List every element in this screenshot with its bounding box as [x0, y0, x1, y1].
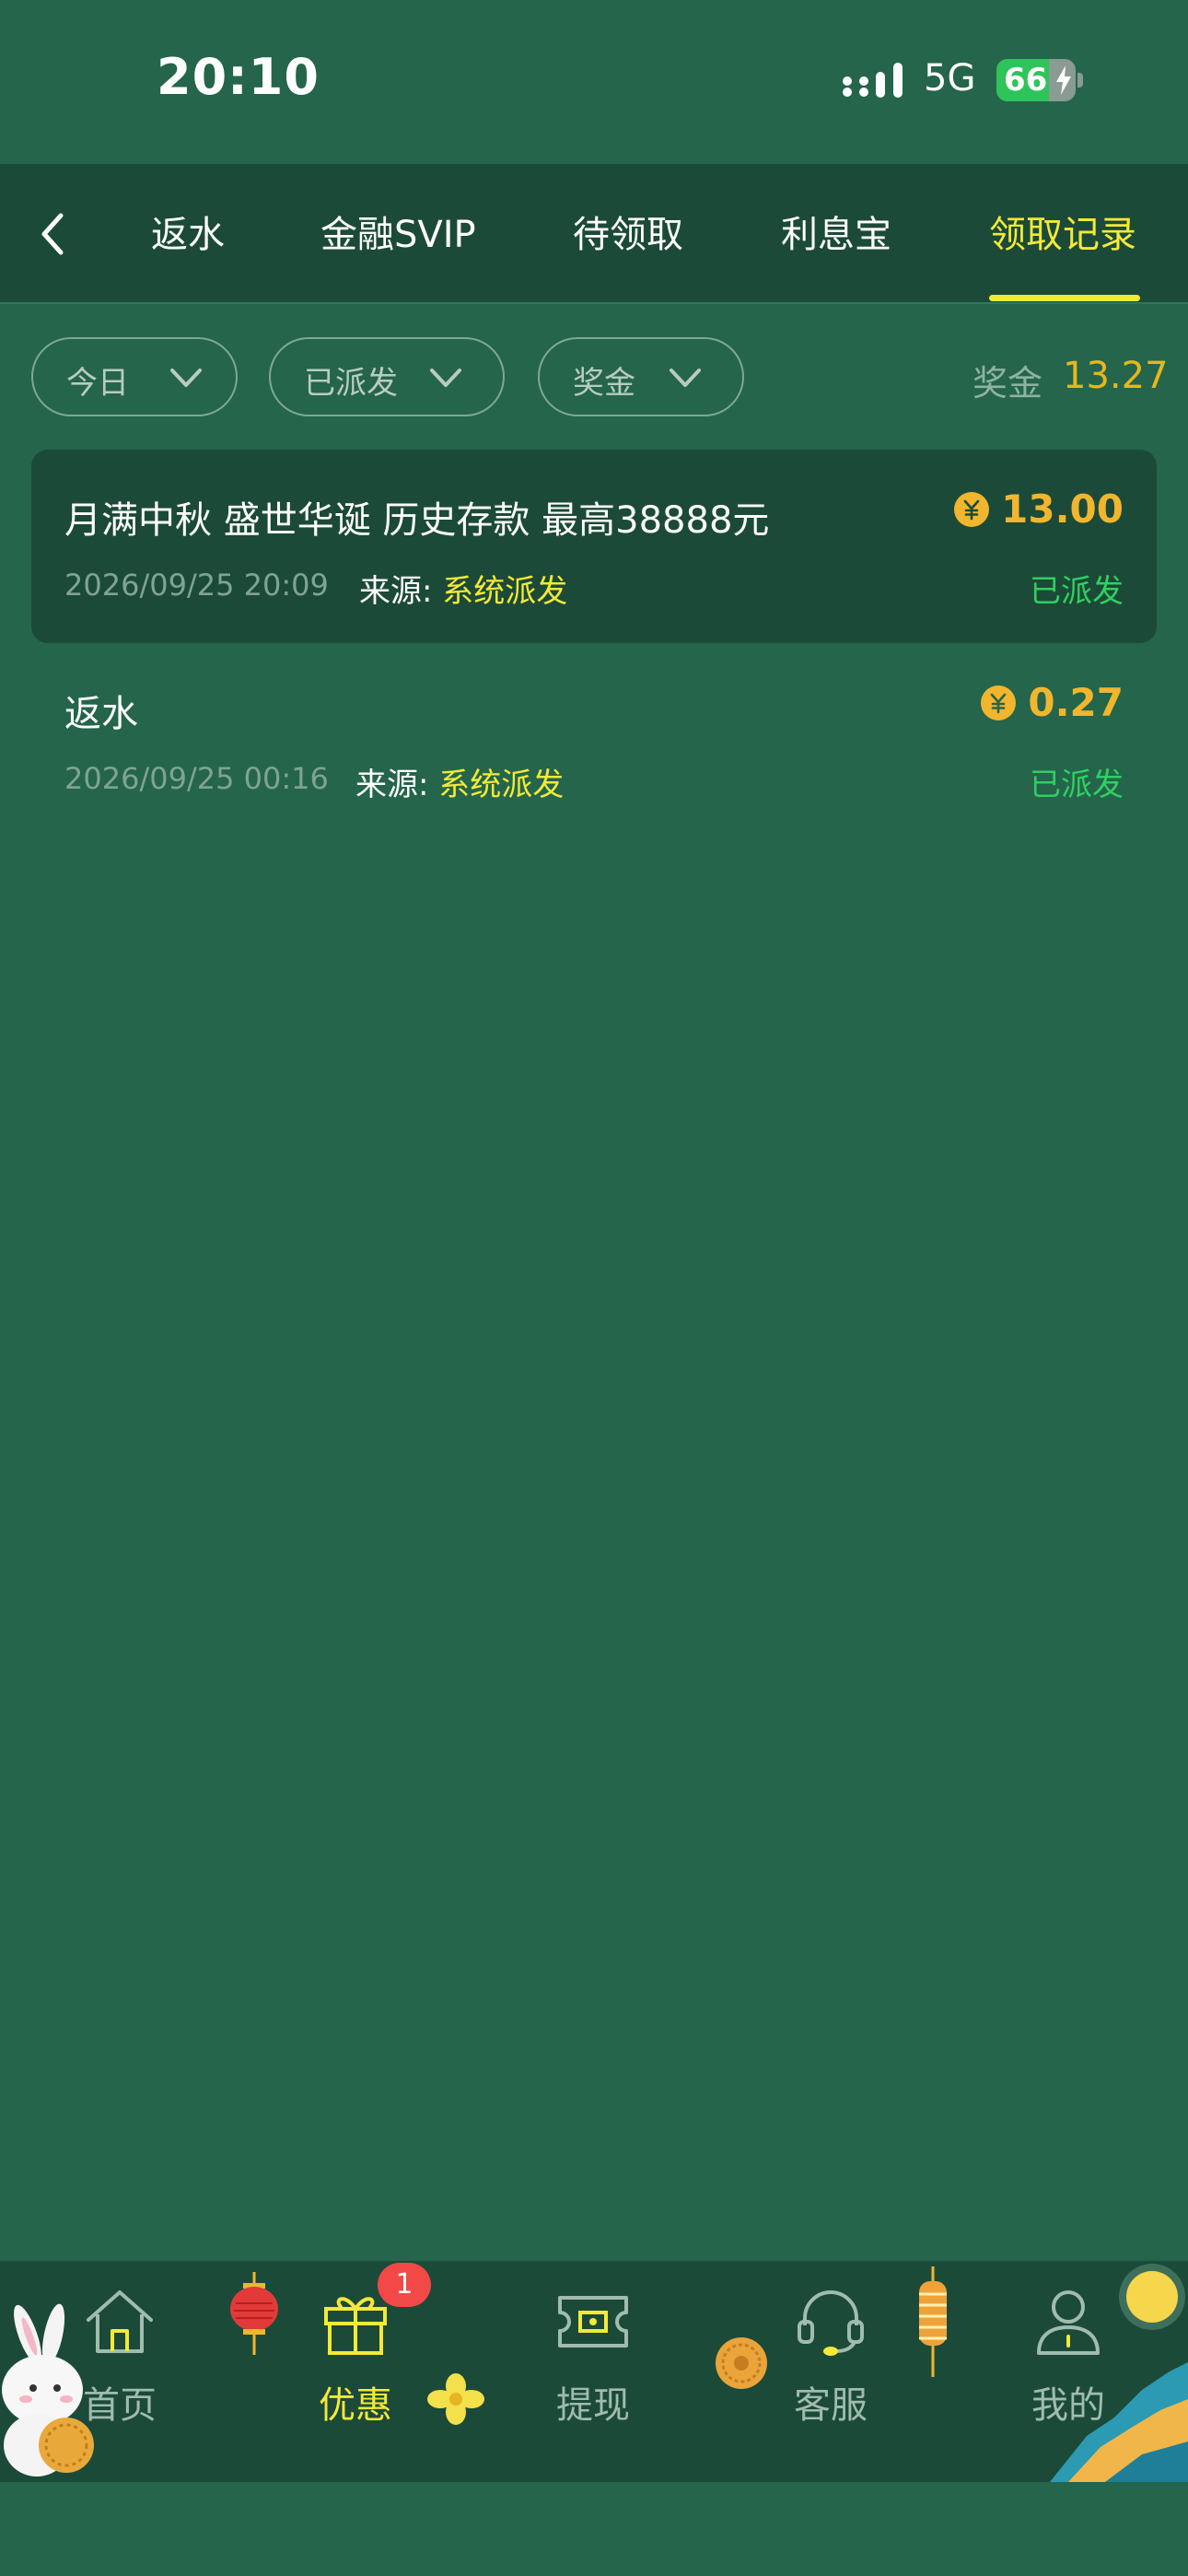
type-filter-dropdown[interactable]: 奖金	[538, 337, 744, 416]
headset-icon	[798, 2290, 864, 2356]
record-date: 2026/09/25 00:16	[64, 761, 329, 796]
record-amount: 0.27	[980, 680, 1124, 725]
status-time: 20:10	[157, 48, 320, 106]
status-bar: 20:10 5G 66	[0, 0, 1188, 164]
home-icon	[87, 2290, 153, 2353]
date-filter-label: 今日	[66, 365, 129, 402]
tab-bar: 返水 金融SVIP 待领取 利息宝 领取记录	[0, 164, 1188, 304]
record-status: 已派发	[1030, 573, 1124, 610]
tab-interest[interactable]: 利息宝	[781, 205, 891, 258]
withdraw-icon	[558, 2296, 628, 2348]
nav-profile[interactable]: 我的	[976, 2261, 1160, 2482]
record-amount-value: 0.27	[1028, 680, 1124, 725]
tab-pending[interactable]: 待领取	[573, 205, 683, 258]
battery-indicator: 66	[996, 59, 1083, 101]
record-amount: 13.00	[953, 486, 1124, 532]
record-row[interactable]: 月满中秋 盛世华诞 历史存款 最高38888元 13.00 2026/09/25…	[31, 450, 1157, 643]
tab-rebate[interactable]: 返水	[151, 205, 225, 258]
active-tab-indicator	[989, 295, 1140, 301]
promotions-badge: 1	[378, 2263, 431, 2307]
total-bonus-value: 13.27	[1063, 355, 1169, 397]
record-source-label: 来源:	[359, 573, 443, 610]
nav-home-label: 首页	[83, 2384, 157, 2427]
yuan-coin-icon	[954, 491, 990, 527]
charging-bolt-icon	[1056, 65, 1071, 95]
date-filter-dropdown[interactable]: 今日	[31, 337, 238, 416]
home-indicator-area	[0, 2482, 1188, 2576]
total-bonus-label: 奖金	[973, 363, 1043, 404]
record-row[interactable]: 返水 0.27 2026/09/25 00:16 来源: 系统派发 已派发	[31, 643, 1157, 837]
battery-percent: 66	[1004, 62, 1048, 99]
nav-promotions-label: 优惠	[319, 2384, 392, 2427]
record-source-label: 来源:	[355, 767, 439, 803]
chevron-down-icon	[670, 369, 701, 387]
yuan-coin-icon	[981, 685, 1017, 720]
record-source-value: 系统派发	[442, 573, 568, 610]
record-status: 已派发	[1030, 767, 1124, 803]
status-filter-dropdown[interactable]: 已派发	[269, 337, 505, 416]
user-icon	[1037, 2290, 1100, 2355]
nav-home[interactable]: 首页	[28, 2261, 212, 2482]
record-title: 月满中秋 盛世华诞 历史存款 最高38888元	[64, 499, 770, 542]
record-source: 来源: 系统派发	[359, 566, 567, 611]
chevron-down-icon	[170, 369, 202, 387]
status-filter-label: 已派发	[304, 365, 398, 402]
back-chevron-icon[interactable]	[28, 197, 77, 271]
nav-withdraw[interactable]: 提现	[501, 2261, 685, 2482]
tab-finance-svip[interactable]: 金融SVIP	[320, 205, 476, 258]
signal-icon	[843, 63, 903, 98]
record-source: 来源: 系统派发	[355, 759, 564, 804]
nav-customer-service-label: 客服	[794, 2384, 868, 2427]
app-screen: 20:10 5G 66 返水 金融SVIP 待领取 利息宝 领取记录 今日 已派…	[0, 0, 1188, 2576]
nav-withdraw-label: 提现	[556, 2384, 630, 2427]
tab-claim-history[interactable]: 领取记录	[989, 205, 1136, 258]
record-amount-value: 13.00	[1001, 486, 1124, 532]
record-title: 返水	[64, 693, 138, 735]
record-date: 2026/09/25 20:09	[64, 568, 329, 603]
chevron-down-icon	[430, 369, 461, 387]
bottom-navigation: 首页 优惠 提现 客服 我的	[0, 2261, 1188, 2482]
nav-profile-label: 我的	[1031, 2384, 1105, 2427]
record-source-value: 系统派发	[438, 767, 565, 803]
type-filter-label: 奖金	[573, 365, 635, 402]
network-label: 5G	[924, 57, 976, 100]
nav-customer-service[interactable]: 客服	[739, 2261, 923, 2482]
